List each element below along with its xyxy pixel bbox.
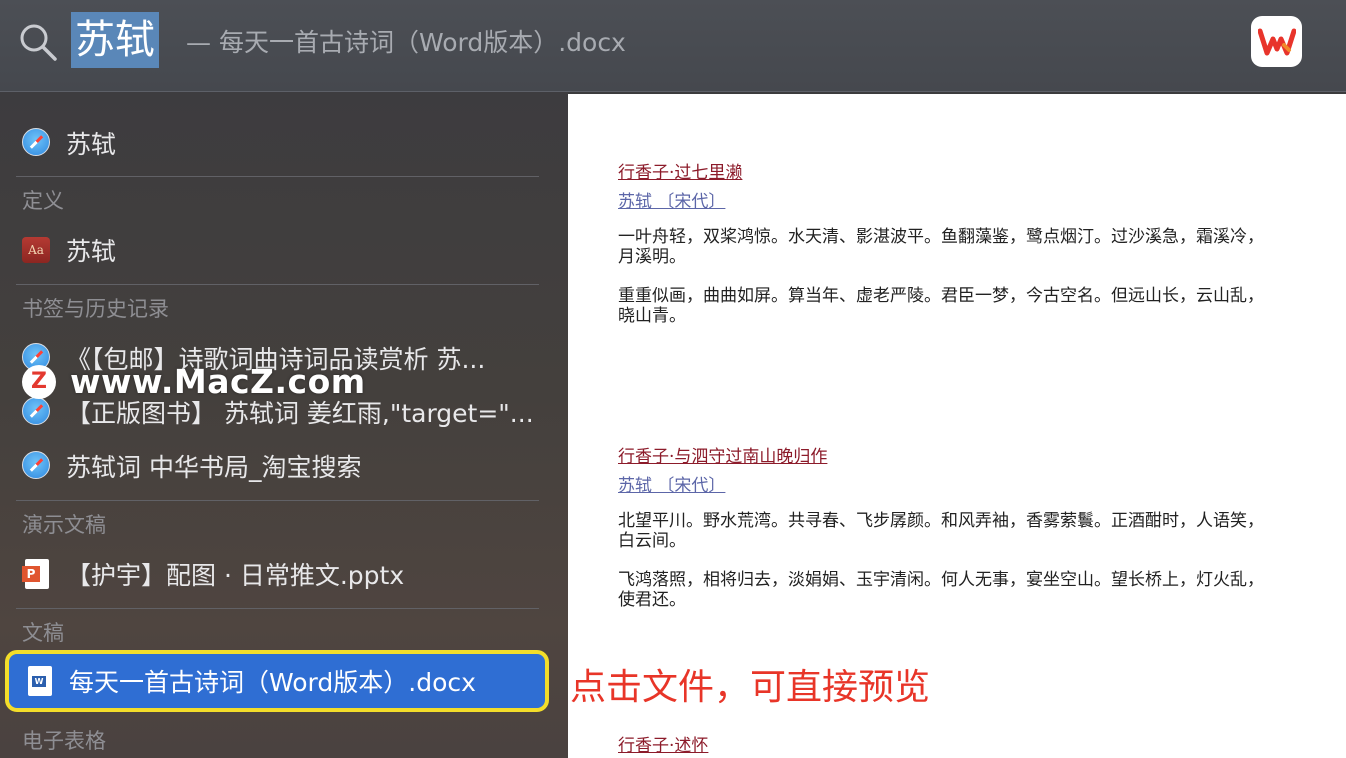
safari-icon bbox=[22, 451, 50, 479]
watermark: Z www.MacZ.com bbox=[22, 362, 366, 401]
dictionary-icon: Aa bbox=[22, 237, 50, 263]
section-header-documents: 文稿 bbox=[22, 621, 64, 645]
spotlight-search-bar[interactable]: 苏轼 — 每天一首古诗词（Word版本）.docx bbox=[0, 0, 1346, 92]
search-query[interactable]: 苏轼 bbox=[71, 12, 159, 68]
divider bbox=[16, 176, 539, 177]
word-file-icon bbox=[28, 666, 52, 696]
result-label: 每天一首古诗词（Word版本）.docx bbox=[69, 668, 476, 697]
result-label: 苏轼 bbox=[66, 237, 117, 266]
result-presentation[interactable]: 【护宇】配图 · 日常推文.pptx bbox=[0, 547, 568, 601]
poem-author: 苏轼 〔宋代〕 bbox=[618, 192, 726, 212]
divider bbox=[16, 500, 539, 501]
search-icon bbox=[20, 24, 57, 61]
section-header-presentations: 演示文稿 bbox=[22, 513, 106, 537]
result-document-selected[interactable]: 每天一首古诗词（Word版本）.docx bbox=[5, 650, 549, 712]
safari-icon bbox=[22, 397, 50, 425]
wps-app-icon[interactable] bbox=[1251, 16, 1302, 67]
section-header-spreadsheets: 电子表格 bbox=[22, 729, 106, 753]
result-definition[interactable]: Aa 苏轼 bbox=[0, 223, 568, 277]
section-header-bookmarks: 书签与历史记录 bbox=[22, 297, 169, 321]
result-label: 【护宇】配图 · 日常推文.pptx bbox=[66, 561, 405, 590]
watermark-text: www.MacZ.com bbox=[70, 362, 366, 401]
poem-title: 行香子·过七里濑 bbox=[618, 163, 743, 183]
divider bbox=[16, 608, 539, 609]
annotation-text: 点击文件，可直接预览 bbox=[570, 667, 931, 708]
result-label: 苏轼词 中华书局_淘宝搜索 bbox=[66, 453, 362, 482]
divider bbox=[16, 284, 539, 285]
result-top-hit[interactable]: 苏轼 bbox=[0, 116, 568, 170]
wps-logo-icon bbox=[1257, 28, 1296, 55]
poem-paragraph: 北望平川。野水荒湾。共寻春、飞步孱颜。和风弄袖，香雾萦鬟。正酒酣时，人语笑，白云… bbox=[618, 511, 1264, 551]
ppt-file-icon bbox=[22, 559, 49, 589]
safari-icon bbox=[22, 128, 50, 156]
section-header-definition: 定义 bbox=[22, 189, 64, 213]
search-completion-suggestion: — 每天一首古诗词（Word版本）.docx bbox=[186, 28, 626, 57]
poem-paragraph: 一叶舟轻，双桨鸿惊。水天清、影湛波平。鱼翻藻鉴，鹭点烟汀。过沙溪急，霜溪冷，月溪… bbox=[618, 227, 1264, 267]
poem-title: 行香子·与泗守过南山晚归作 bbox=[618, 447, 828, 467]
watermark-logo-icon: Z bbox=[22, 364, 56, 399]
poem-paragraph: 飞鸿落照，相将归去，淡娟娟、玉宇清闲。何人无事，宴坐空山。望长桥上，灯火乱，使君… bbox=[618, 570, 1264, 610]
result-label: 苏轼 bbox=[66, 130, 117, 159]
poem-paragraph: 重重似画，曲曲如屏。算当年、虚老严陵。君臣一梦，今古空名。但远山长，云山乱，晓山… bbox=[618, 286, 1264, 326]
poem-author: 苏轼 〔宋代〕 bbox=[618, 476, 726, 496]
poem-title: 行香子·述怀 bbox=[618, 736, 709, 756]
result-bookmark-3[interactable]: 苏轼词 中华书局_淘宝搜索 bbox=[0, 439, 568, 493]
